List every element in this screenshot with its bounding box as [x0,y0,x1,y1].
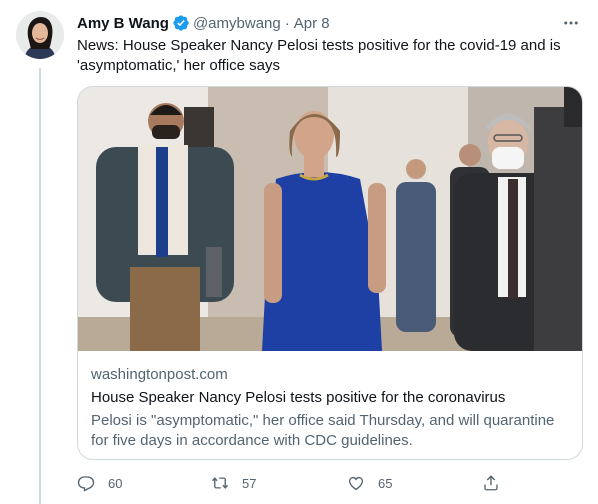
card-domain: washingtonpost.com [91,366,228,383]
retweet-button[interactable]: 57 [211,470,256,496]
tweet-header: Amy B Wang @amybwang · Apr 8 [77,12,582,34]
link-card[interactable]: washingtonpost.com House Speaker Nancy P… [77,86,583,460]
share-button[interactable] [482,470,500,496]
tweet-timestamp[interactable]: Apr 8 [294,15,330,32]
card-title: House Speaker Nancy Pelosi tests positiv… [91,389,506,406]
reply-icon [77,476,95,492]
card-description: Pelosi is "asymptomatic," her office sai… [91,412,555,449]
tweet-text: News: House Speaker Nancy Pelosi tests p… [77,37,561,74]
like-button[interactable]: 65 [347,470,392,496]
tweet-actions: 60 57 65 [77,470,507,496]
thread-line [39,68,41,504]
avatar[interactable] [16,11,64,59]
like-count: 65 [378,475,393,491]
share-icon [484,475,498,491]
reply-count: 60 [108,475,123,491]
card-meta: washingtonpost.com House Speaker Nancy P… [91,365,569,451]
avatar-image [16,11,64,59]
verified-badge-icon [173,15,189,31]
author-name[interactable]: Amy B Wang [77,15,169,32]
separator-dot: · [284,14,290,32]
retweet-count: 57 [242,475,257,491]
author-handle[interactable]: @amybwang [193,15,281,32]
heart-icon [348,476,364,491]
reply-button[interactable]: 60 [77,470,122,496]
more-options-icon[interactable] [560,12,582,34]
card-image [78,87,582,351]
retweet-icon [211,477,229,489]
